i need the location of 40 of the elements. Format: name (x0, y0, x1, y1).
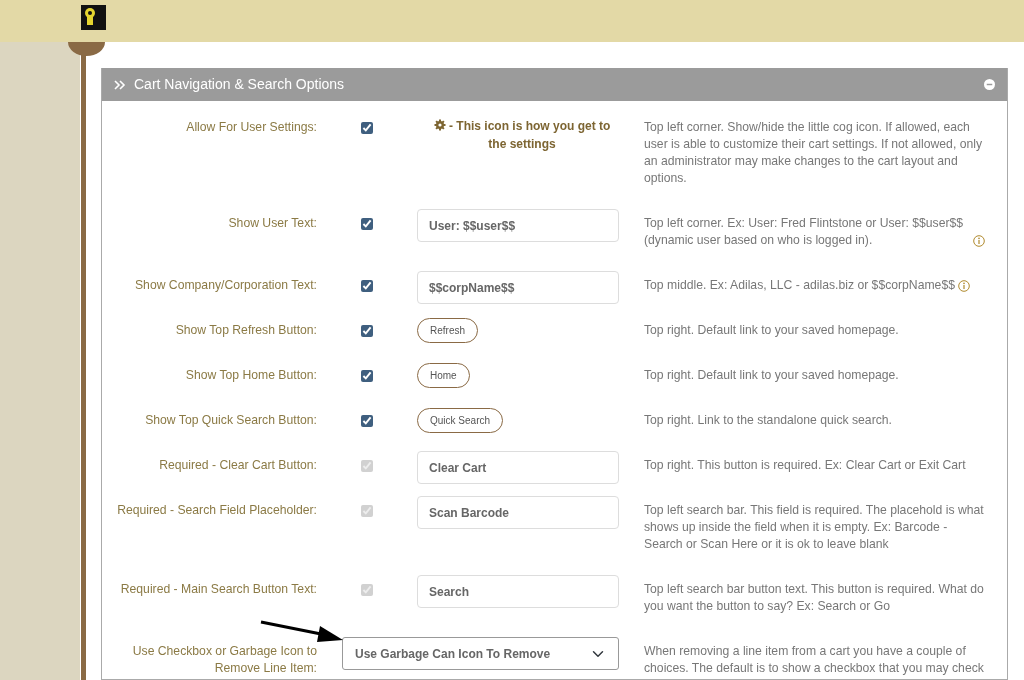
field-label: Show Top Refresh Button: (174, 322, 317, 339)
description: When removing a line item from a cart you have a couple of choices. The default is to show a checkbox that you may check (644, 643, 985, 677)
description: Top left search bar button text. This button is required. What do you want the button to say? Ex: Search or Go (644, 581, 985, 615)
description: Top left search bar. This field is required. The placehold is what shows up inside the field when it is empty. Ex: Barcode - Search or Scan Here or it is ok to leave blank (644, 502, 985, 553)
double-chevron-icon (114, 79, 126, 90)
collapse-icon[interactable] (984, 79, 995, 90)
info-icon[interactable] (973, 235, 985, 247)
field-label: Show User Text: (227, 215, 317, 232)
info-icon[interactable] (957, 280, 970, 292)
description: Top left corner. Show/hide the little cog icon. If allowed, each user is able to customize their cart settings. If not allowed, only an administrator may make changes to the cart layout and options. (644, 119, 984, 187)
field-label: Show Top Quick Search Button: (144, 412, 317, 429)
preview-button[interactable]: Refresh (417, 318, 478, 343)
checkbox[interactable] (361, 280, 373, 292)
gear-icon (433, 119, 446, 131)
field-label: Required - Clear Cart Button: (158, 457, 317, 474)
description: Top right. Default link to your saved homepage. (644, 322, 899, 339)
description: Top right. Default link to your saved homepage. (644, 367, 899, 384)
text-field[interactable]: $$corpName$$ (417, 271, 619, 304)
checkbox[interactable] (361, 370, 373, 382)
checkbox[interactable] (361, 218, 373, 230)
preview-button[interactable]: Home (417, 363, 470, 388)
panel-title: Cart Navigation & Search Options (134, 75, 346, 94)
description: Top middle. Ex: Adilas, LLC - adilas.biz or $$corpName$$ (644, 277, 955, 294)
description: Top left corner. Ex: User: Fred Flintstone or User: $$user$$ (dynamic user based on who is logged in). (644, 215, 965, 249)
dropdown[interactable]: Use Garbage Can Icon To Remove (342, 637, 619, 670)
field-label: Show Top Home Button: (184, 367, 317, 384)
description: Top right. This button is required. Ex: Clear Cart or Exit Cart (644, 457, 966, 474)
logo-icon (81, 5, 106, 30)
description: Top right. Link to the standalone quick search. (644, 412, 892, 429)
checkbox[interactable] (361, 325, 373, 337)
checkbox[interactable] (361, 122, 373, 134)
field-label: Allow For User Settings: (185, 119, 317, 136)
field-label: Use Checkbox or Garbage Icon to Remove Line Item: (131, 643, 317, 677)
field-label: Required - Main Search Button Text: (119, 581, 317, 598)
field-label: Show Company/Corporation Text: (134, 277, 317, 294)
checkbox[interactable] (361, 415, 373, 427)
preview-button[interactable]: Quick Search (417, 408, 504, 433)
settings-note: - This icon is how you get to the settings (417, 117, 619, 153)
field-label: Required - Search Field Placeholder: (116, 502, 317, 519)
text-field[interactable]: User: $$user$$ (417, 209, 619, 242)
